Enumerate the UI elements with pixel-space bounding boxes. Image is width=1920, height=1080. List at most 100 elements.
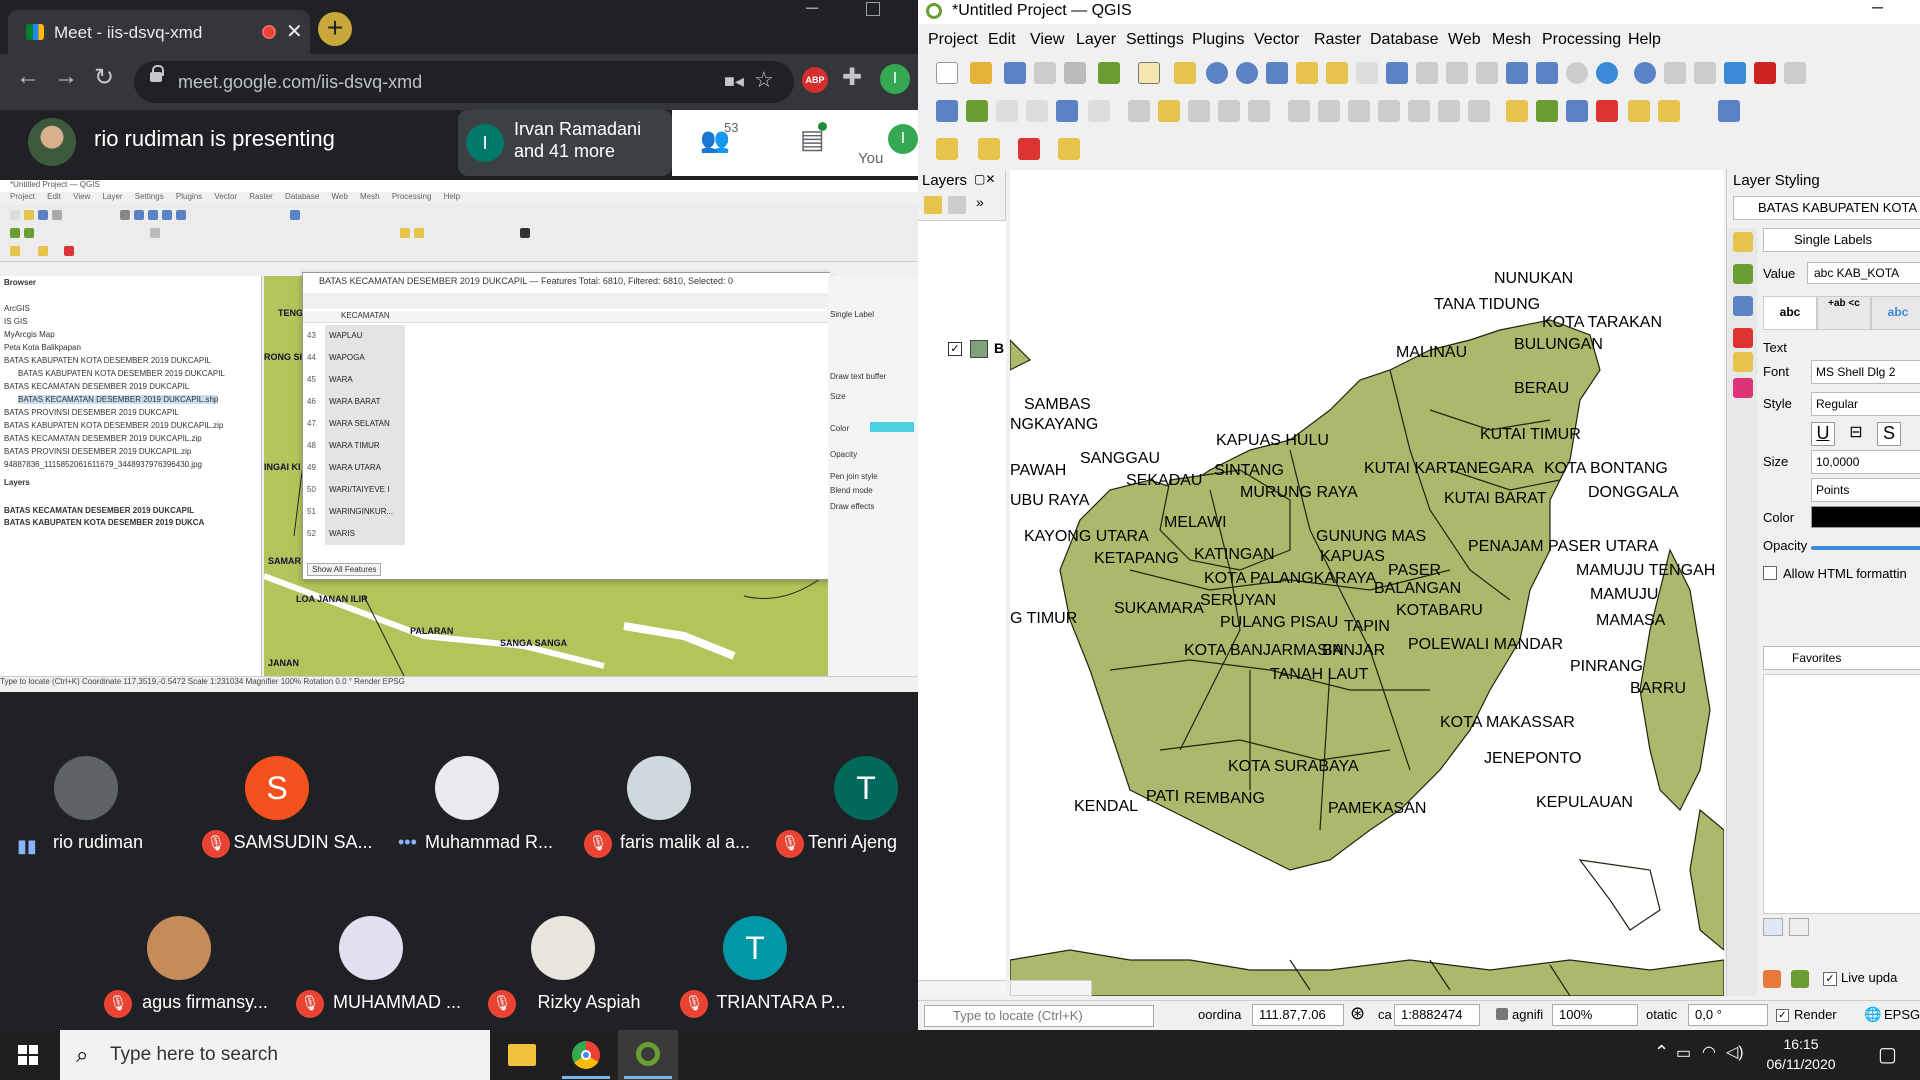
history-icon[interactable] xyxy=(1733,378,1753,398)
field-calculator-icon[interactable] xyxy=(1694,62,1716,84)
participant-tile[interactable]: T 🎙 Tenri Ajeng xyxy=(768,742,918,872)
delete-icon[interactable] xyxy=(1318,100,1340,122)
label-tool-icon[interactable] xyxy=(1506,100,1528,122)
menu-layer[interactable]: Layer xyxy=(1076,31,1116,49)
table-row[interactable]: 48 WARA TIMUR xyxy=(303,435,831,457)
move-label-icon[interactable] xyxy=(1628,100,1650,122)
clock-date[interactable]: 06/11/2020 xyxy=(1756,1056,1846,1072)
chrome-icon[interactable] xyxy=(556,1030,616,1080)
show-all-features-button[interactable]: Show All Features xyxy=(307,563,382,576)
style-manager-icon[interactable] xyxy=(1098,62,1120,84)
qgis-taskbar-icon[interactable] xyxy=(618,1030,678,1080)
participants-card[interactable]: I Irvan Ramadani and 41 more xyxy=(458,110,672,176)
wifi-icon[interactable]: ◠ xyxy=(1702,1042,1716,1062)
bookmark-star-icon[interactable]: ☆ xyxy=(754,67,774,93)
paste-icon[interactable] xyxy=(1408,100,1430,122)
table-row[interactable]: 45 WARA xyxy=(303,369,831,391)
zoom-full-icon[interactable] xyxy=(1266,62,1288,84)
add-group-icon[interactable] xyxy=(948,196,966,214)
tab-formatting[interactable]: +ab <c xyxy=(1817,296,1871,330)
show-bookmarks-icon[interactable] xyxy=(1536,62,1558,84)
new-layer-icon[interactable] xyxy=(1056,100,1078,122)
render-checkbox[interactable]: ✓ xyxy=(1776,1009,1789,1022)
pan-to-selection-icon[interactable] xyxy=(1174,62,1196,84)
pin-labels-icon[interactable] xyxy=(1566,100,1588,122)
value-field-select[interactable]: abc KAB_KOTA xyxy=(1807,262,1920,284)
new-tab-button[interactable]: + xyxy=(318,12,352,46)
zoom-out-icon[interactable] xyxy=(1236,62,1258,84)
size-input[interactable]: 10,0000 xyxy=(1811,450,1920,474)
layer-name[interactable]: B xyxy=(994,340,1004,356)
maximize-icon[interactable] xyxy=(866,2,880,16)
map-scrollbar[interactable] xyxy=(1010,980,1092,996)
menu-help[interactable]: Help xyxy=(1628,31,1661,49)
highlight-labels-icon[interactable] xyxy=(1596,100,1618,122)
menu-raster[interactable]: Raster xyxy=(1314,31,1361,49)
measure-icon[interactable] xyxy=(1784,62,1806,84)
new-3d-view-icon[interactable] xyxy=(1476,62,1498,84)
layers-scrollbar[interactable] xyxy=(918,980,1006,996)
undo-style-icon[interactable] xyxy=(1763,970,1781,988)
menu-settings[interactable]: Settings xyxy=(1126,31,1184,49)
new-project-icon[interactable] xyxy=(936,62,958,84)
menu-vector[interactable]: Vector xyxy=(1254,31,1299,49)
menu-mesh[interactable]: Mesh xyxy=(1492,31,1531,49)
3d-view-icon[interactable] xyxy=(1733,328,1753,348)
participant-tile[interactable]: 🎙 MUHAMMAD ... xyxy=(288,902,478,1032)
layout-manager-icon[interactable] xyxy=(1064,62,1086,84)
layer-symbol[interactable] xyxy=(970,340,988,358)
apply-style-icon[interactable] xyxy=(1791,970,1809,988)
tab-close-button[interactable]: ✕ xyxy=(286,19,303,44)
color-swatch[interactable] xyxy=(870,422,914,432)
more-icon[interactable]: » xyxy=(976,194,984,210)
menu-database[interactable]: Database xyxy=(1370,31,1439,49)
cut-icon[interactable] xyxy=(1348,100,1370,122)
add-vector-icon[interactable] xyxy=(996,100,1018,122)
back-icon[interactable]: ← xyxy=(16,63,40,91)
mask-icon[interactable] xyxy=(1733,296,1753,316)
participant-tile[interactable]: 🎙 Rizky Aspiah xyxy=(480,902,670,1032)
minimize-icon[interactable]: – xyxy=(1872,0,1883,19)
virtual-layer-icon[interactable] xyxy=(1088,100,1110,122)
table-row[interactable]: 43 WAPLAU xyxy=(303,325,831,347)
zoom-native-icon[interactable] xyxy=(1356,62,1378,84)
font-select[interactable]: MS Shell Dlg 2 xyxy=(1811,360,1920,384)
volume-icon[interactable]: ◁) xyxy=(1726,1042,1744,1062)
temporal-icon[interactable] xyxy=(1566,62,1588,84)
reload-icon[interactable]: ↻ xyxy=(94,63,114,92)
print-layout-icon[interactable] xyxy=(1034,62,1056,84)
new-geopackage-icon[interactable] xyxy=(966,100,988,122)
you-avatar[interactable]: I xyxy=(888,124,918,154)
size-unit-select[interactable]: Points xyxy=(1811,478,1920,502)
table-row[interactable]: 52 WARIS xyxy=(303,523,831,545)
save-project-icon[interactable] xyxy=(1004,62,1026,84)
vertex-tool-icon[interactable] xyxy=(1248,100,1270,122)
plugin-icon[interactable] xyxy=(1718,100,1740,122)
attribute-column-header[interactable]: KECAMATAN xyxy=(303,311,831,323)
tab-text[interactable]: abc xyxy=(1763,296,1817,330)
chevron-up-icon[interactable]: ⌃ xyxy=(1654,1042,1669,1063)
styling-layer-select[interactable]: BATAS KABUPATEN KOTA D xyxy=(1733,196,1920,220)
add-feature-icon[interactable] xyxy=(1218,100,1240,122)
favorites-search[interactable]: Favorites xyxy=(1763,646,1920,670)
tab-buffer[interactable]: abc xyxy=(1871,296,1920,330)
adblock-extension-icon[interactable]: ABP xyxy=(802,67,828,93)
zoom-next-icon[interactable] xyxy=(1416,62,1438,84)
layer-visibility-checkbox[interactable]: ✓ xyxy=(948,342,962,356)
select-features-icon[interactable] xyxy=(936,138,958,160)
menu-web[interactable]: Web xyxy=(1448,31,1481,49)
notification-icon[interactable]: ▢ xyxy=(1878,1042,1897,1067)
extensions-icon[interactable]: ✚ xyxy=(842,63,862,92)
table-row[interactable]: 47 WARA SELATAN xyxy=(303,413,831,435)
data-source-manager-icon[interactable] xyxy=(936,100,958,122)
copy-icon[interactable] xyxy=(1378,100,1400,122)
participant-tile[interactable]: T 🎙 TRIANTARA P... xyxy=(672,902,862,1032)
annotation-icon[interactable] xyxy=(1058,138,1080,160)
participant-tile[interactable]: ▮▮ rio rudiman xyxy=(3,742,193,872)
live-update-checkbox[interactable]: ✓ xyxy=(1823,972,1837,986)
taskbar-search[interactable]: ⌕ Type here to search xyxy=(60,1030,490,1080)
symbology-icon[interactable] xyxy=(1733,232,1753,252)
zoom-in-icon[interactable] xyxy=(1206,62,1228,84)
menu-processing[interactable]: Processing xyxy=(1542,31,1621,49)
zoom-last-icon[interactable] xyxy=(1386,62,1408,84)
